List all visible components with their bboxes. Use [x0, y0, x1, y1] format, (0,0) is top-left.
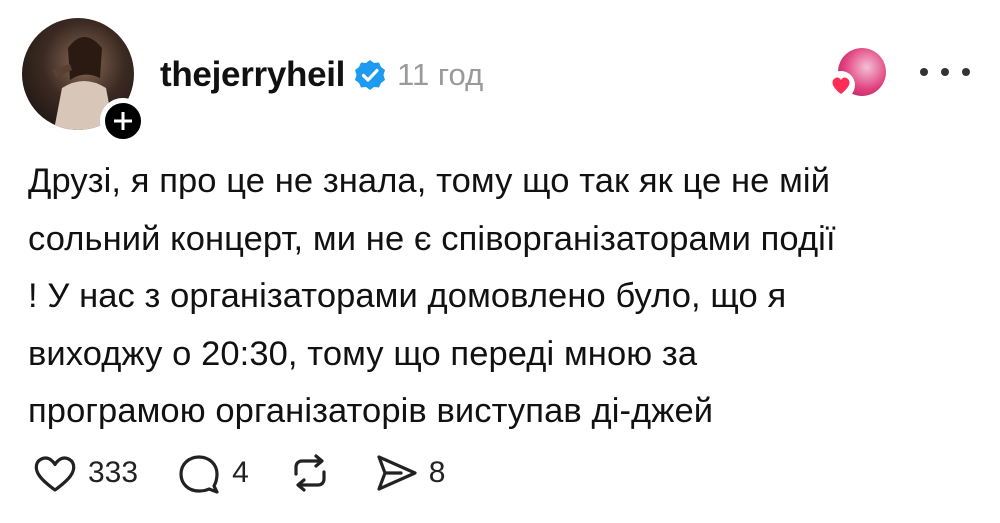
comment-icon [179, 455, 219, 494]
comment-count: 4 [232, 456, 249, 489]
username[interactable]: thejerryheil [160, 55, 345, 95]
post-text-line: програмою організаторів виступав ді-джей [28, 392, 714, 430]
post-text-line: сольний концерт, ми не є співорганізатор… [28, 219, 836, 258]
more-dots-icon[interactable] [920, 62, 970, 82]
liked-by-avatar[interactable] [827, 48, 886, 99]
share-button[interactable]: 8 [371, 448, 446, 498]
heart-icon [34, 456, 76, 492]
post-text-line: Друзі, я про це не знала, тому що так як… [28, 162, 831, 200]
heart-badge-icon [827, 71, 855, 99]
repost-icon [294, 454, 326, 492]
like-button[interactable]: 333 [30, 448, 138, 498]
post-actions: 333 4 8 [30, 447, 481, 499]
like-count: 333 [88, 456, 139, 489]
post-header: thejerryheil 11 год [160, 52, 483, 98]
repost-button[interactable] [285, 448, 335, 498]
post-time: 11 год [397, 57, 484, 92]
plus-icon [114, 112, 132, 130]
post-text-line: ! У нас з організаторами домовлено було,… [28, 277, 787, 315]
share-count: 8 [428, 456, 446, 489]
post-body: Друзі, я про це не знала, тому що так як… [28, 153, 973, 441]
post-top-right [827, 48, 970, 99]
post-text-line: виходжу о 20:30, тому що переді мною за [28, 334, 698, 373]
comment-button[interactable]: 4 [174, 448, 249, 498]
send-icon [377, 455, 417, 491]
post-header-avatar[interactable] [22, 18, 146, 144]
verified-badge-icon [355, 60, 386, 90]
follow-button[interactable] [100, 98, 146, 144]
